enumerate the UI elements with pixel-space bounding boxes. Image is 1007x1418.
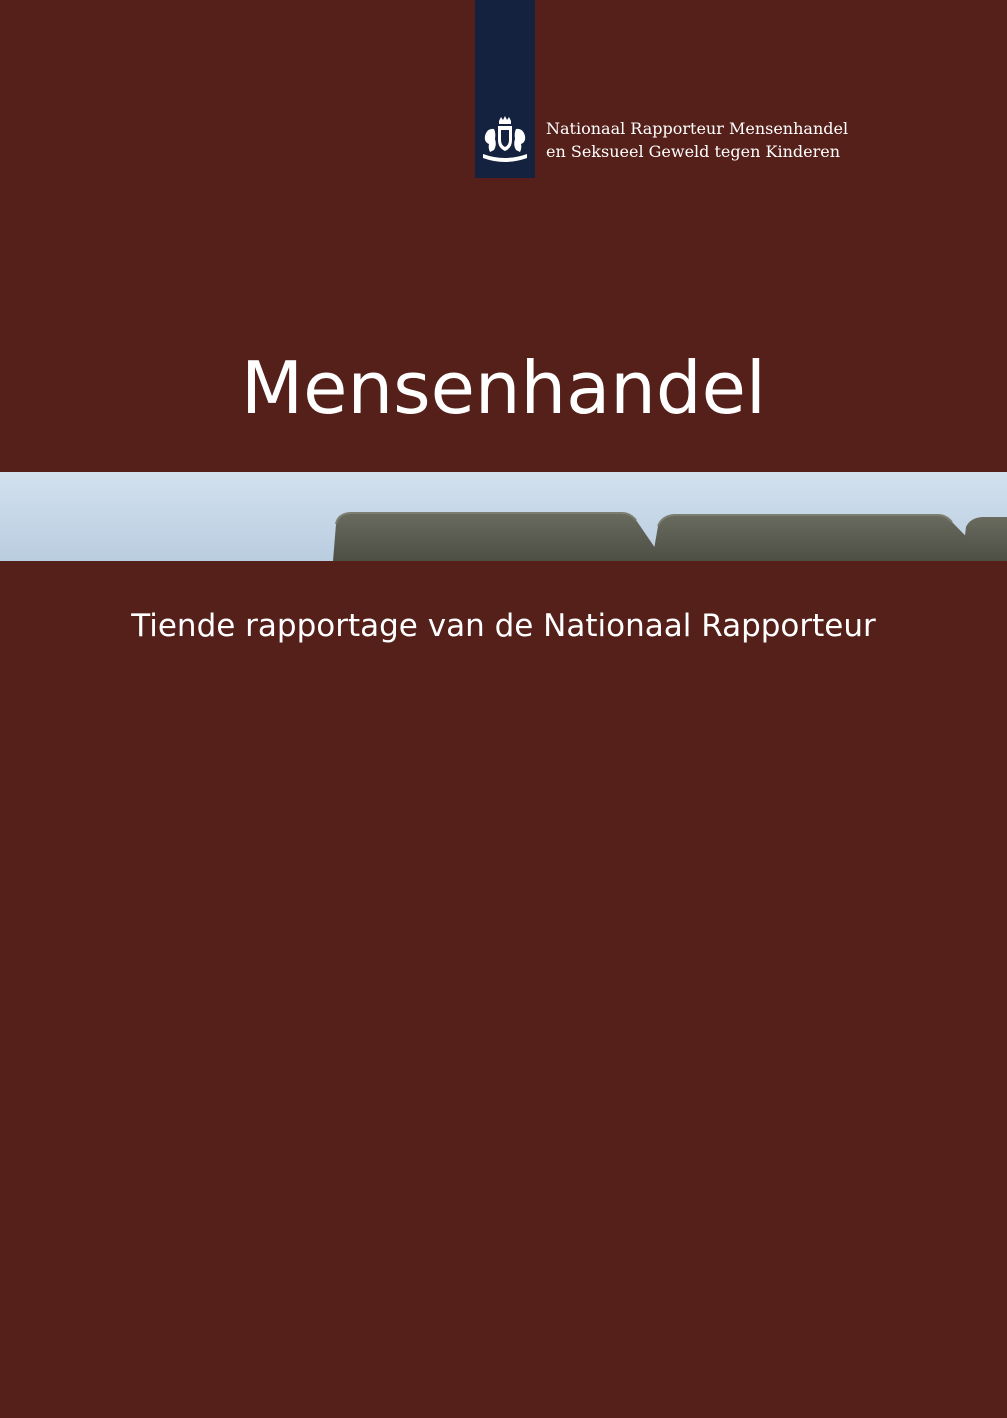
coat-of-arms-icon (475, 0, 535, 178)
organisation-name: Nationaal Rapporteur Mensenhandel en Sek… (546, 117, 926, 163)
cover-page: Nationaal Rapporteur Mensenhandel en Sek… (0, 0, 1007, 1418)
report-subtitle: Tiende rapportage van de Nationaal Rappo… (131, 608, 876, 644)
logo-strip (475, 0, 535, 178)
report-title: Mensenhandel (241, 346, 766, 430)
rooftop-photo (0, 472, 1007, 561)
organisation-name-line-1: Nationaal Rapporteur Mensenhandel (546, 119, 849, 138)
organisation-name-line-2: en Seksueel Geweld tegen Kinderen (546, 142, 841, 161)
